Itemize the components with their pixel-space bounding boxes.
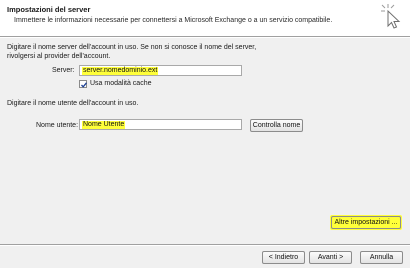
server-instructions-line1: Digitare il nome server dell'account in … — [7, 44, 257, 51]
cursor-click-icon — [378, 2, 406, 30]
username-input-value: Nome Utente — [82, 121, 126, 129]
next-button[interactable]: Avanti > — [309, 251, 352, 264]
server-input-value: server.nomedominio.ext — [82, 67, 159, 75]
page-title: Impostazioni del server — [7, 5, 91, 14]
server-instructions-line2: rivolgersi al provider dell'account. — [7, 53, 111, 60]
username-input[interactable]: Nome Utente — [79, 119, 242, 130]
header-divider — [0, 36, 410, 38]
wizard-header: Impostazioni del server Immettere le inf… — [0, 0, 410, 36]
cache-mode-label: Usa modalità cache — [90, 80, 152, 87]
checkmark-icon — [81, 82, 88, 88]
back-button[interactable]: < Indietro — [262, 251, 305, 264]
check-name-button[interactable]: Controlla nome — [250, 119, 303, 132]
footer-divider — [0, 244, 410, 246]
username-label: Nome utente: — [36, 122, 79, 129]
server-label: Server: — [52, 67, 75, 74]
page-subtitle: Immettere le informazioni necessarie per… — [14, 17, 333, 24]
more-settings-button[interactable]: Altre impostazioni ... — [331, 216, 401, 229]
cancel-button[interactable]: Annulla — [360, 251, 403, 264]
server-input[interactable]: server.nomedominio.ext — [79, 65, 242, 76]
username-instructions: Digitare il nome utente dell'account in … — [7, 100, 139, 107]
cache-mode-checkbox[interactable] — [79, 80, 88, 88]
